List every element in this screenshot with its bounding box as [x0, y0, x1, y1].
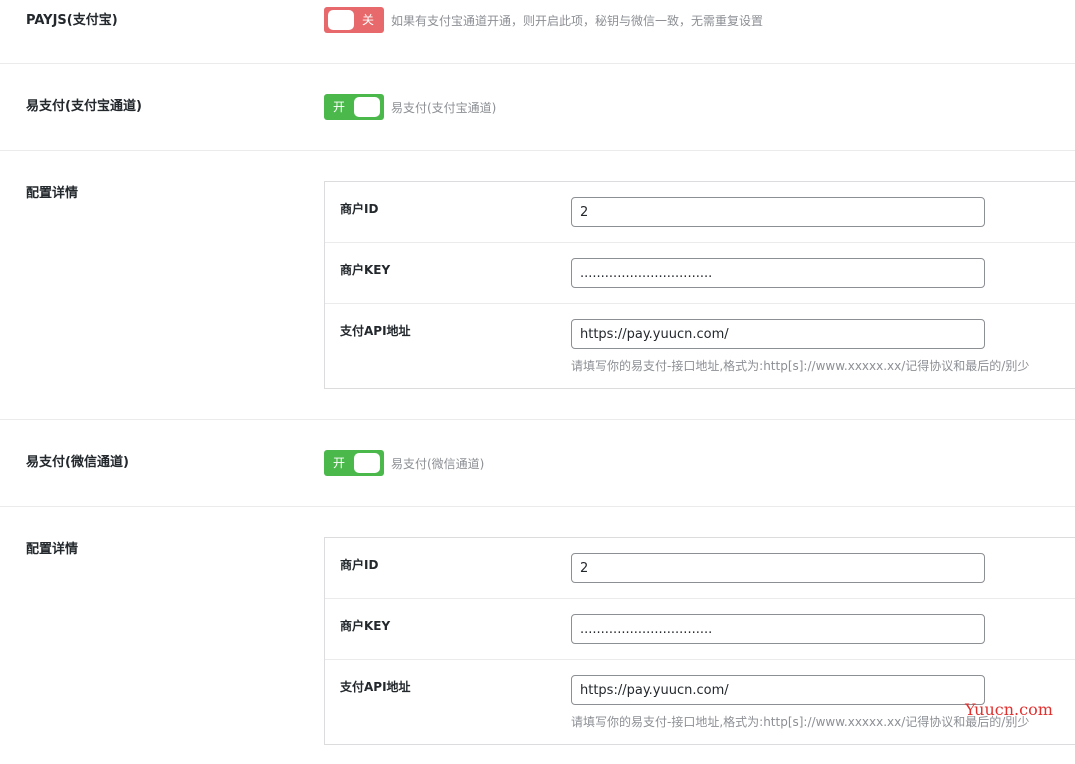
watermark: Yuucn.com: [965, 700, 1053, 719]
api-url-field: 支付API地址 请填写你的易支付-接口地址,格式为:http[s]://www.…: [325, 660, 1075, 744]
toggle-knob: [354, 453, 380, 473]
config-detail-box: 商户ID 商户KEY 支付API地址 请填写你的易支付-接口地址,格式为:htt…: [324, 181, 1075, 389]
merchant-id-label: 商户ID: [340, 202, 379, 216]
merchant-id-label: 商户ID: [340, 558, 379, 572]
toggle-state-label: 开: [333, 100, 346, 114]
merchant-key-input[interactable]: [571, 614, 985, 644]
setting-label: PAYJS(支付宝): [26, 13, 118, 28]
payjs-alipay-toggle[interactable]: 关: [324, 7, 384, 33]
setting-label: 易支付(微信通道): [26, 455, 129, 470]
merchant-key-field: 商户KEY: [325, 243, 1075, 304]
setting-description: 易支付(微信通道): [391, 457, 485, 471]
merchant-key-field: 商户KEY: [325, 599, 1075, 660]
merchant-id-field: 商户ID: [325, 182, 1075, 243]
setting-row-epay-wechat: 易支付(微信通道) 开 易支付(微信通道): [0, 420, 1075, 507]
api-url-field: 支付API地址 请填写你的易支付-接口地址,格式为:http[s]://www.…: [325, 304, 1075, 388]
api-url-label: 支付API地址: [340, 324, 411, 338]
api-url-hint: 请填写你的易支付-接口地址,格式为:http[s]://www.xxxxx.xx…: [571, 715, 1030, 729]
api-url-input[interactable]: [571, 675, 985, 705]
setting-label: 配置详情: [26, 186, 79, 201]
toggle-knob: [354, 97, 380, 117]
merchant-key-input[interactable]: [571, 258, 985, 288]
setting-row-epay-alipay-config: 配置详情 商户ID 商户KEY 支付API地址 请填写你的易支付-接口地址,格式…: [0, 151, 1075, 420]
config-detail-box: 商户ID 商户KEY 支付API地址 请填写你的易支付-接口地址,格式为:htt…: [324, 537, 1075, 745]
setting-row-epay-wechat-config: 配置详情 商户ID 商户KEY 支付API地址 请填写你的易支付-接口地址,格式…: [0, 507, 1075, 764]
merchant-id-input[interactable]: [571, 197, 985, 227]
merchant-id-input[interactable]: [571, 553, 985, 583]
setting-description: 易支付(支付宝通道): [391, 101, 497, 115]
merchant-key-label: 商户KEY: [340, 263, 391, 277]
api-url-hint: 请填写你的易支付-接口地址,格式为:http[s]://www.xxxxx.xx…: [571, 359, 1030, 373]
setting-label: 易支付(支付宝通道): [26, 99, 142, 114]
toggle-knob: [328, 10, 354, 30]
toggle-state-label: 开: [333, 456, 346, 470]
epay-wechat-toggle[interactable]: 开: [324, 450, 384, 476]
setting-row-epay-alipay: 易支付(支付宝通道) 开 易支付(支付宝通道): [0, 64, 1075, 151]
setting-row-payjs-alipay: PAYJS(支付宝) 关 如果有支付宝通道开通，则开启此项，秘钥与微信一致，无需…: [0, 0, 1075, 64]
api-url-label: 支付API地址: [340, 680, 411, 694]
merchant-key-label: 商户KEY: [340, 619, 391, 633]
setting-description: 如果有支付宝通道开通，则开启此项，秘钥与微信一致，无需重复设置: [391, 14, 764, 28]
toggle-state-label: 关: [361, 13, 374, 27]
epay-alipay-toggle[interactable]: 开: [324, 94, 384, 120]
setting-label: 配置详情: [26, 542, 79, 557]
api-url-input[interactable]: [571, 319, 985, 349]
merchant-id-field: 商户ID: [325, 538, 1075, 599]
